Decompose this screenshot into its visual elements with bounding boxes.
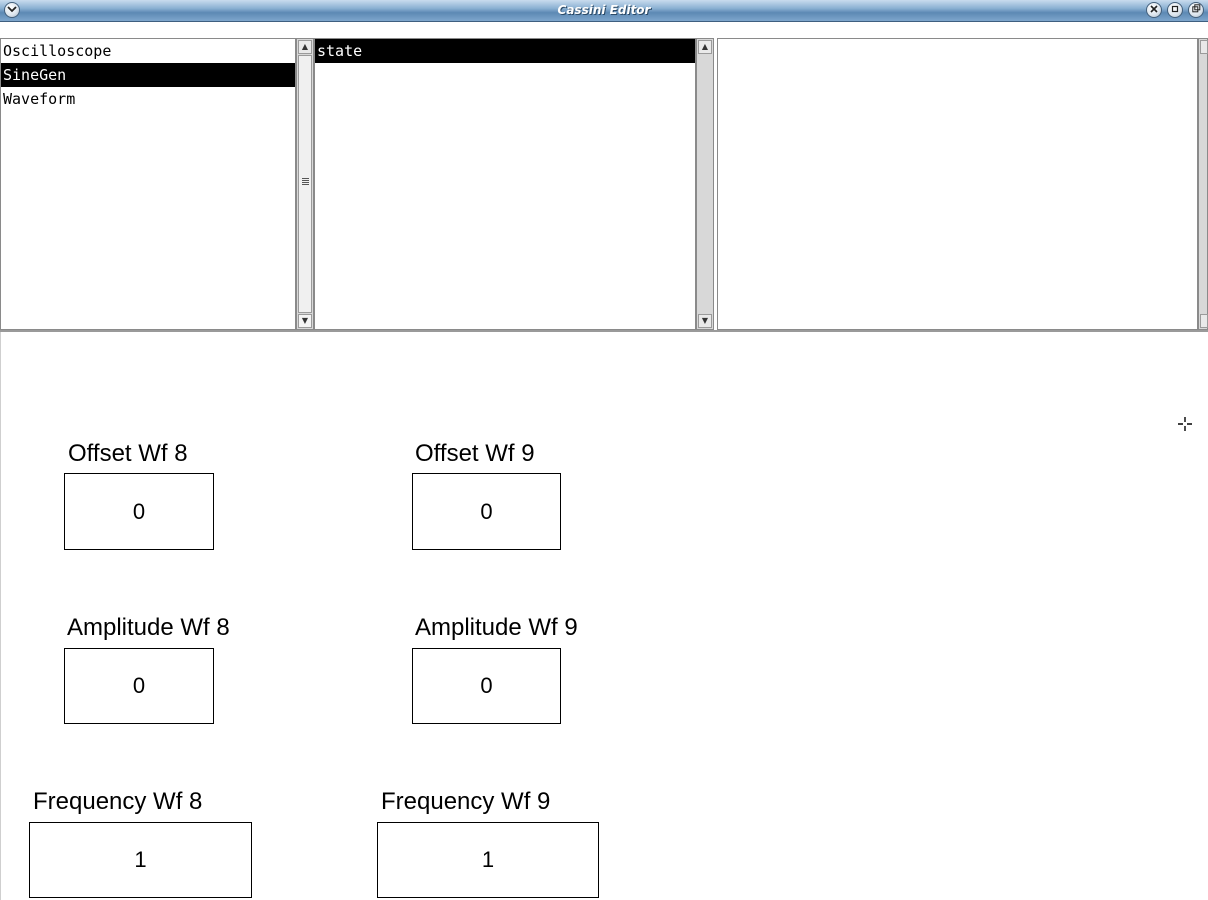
scroll-thumb[interactable]	[298, 55, 312, 313]
cassini-editor-window: Cassini Editor Oscilloscope SineGen Wave…	[0, 0, 1208, 900]
properties-list-pane[interactable]: state	[314, 38, 696, 330]
window-title: Cassini Editor	[557, 3, 651, 17]
maximize-icon	[1191, 4, 1201, 16]
offset-wf8-label: Offset Wf 8	[68, 440, 188, 467]
frequency-wf8-label: Frequency Wf 8	[33, 788, 203, 815]
scroll-down-button[interactable]: ▼	[698, 314, 712, 328]
values-scrollbar[interactable]	[1198, 38, 1208, 330]
minimize-icon	[1171, 5, 1179, 16]
frequency-wf9-label: Frequency Wf 9	[381, 788, 551, 815]
grip-icon	[302, 178, 309, 186]
arrow-up-icon: ▲	[301, 42, 309, 51]
frequency-wf9-field[interactable]: 1	[377, 822, 599, 898]
offset-wf8-field[interactable]: 0	[64, 473, 214, 550]
list-item-sinegen[interactable]: SineGen	[1, 63, 295, 87]
amplitude-wf9-label: Amplitude Wf 9	[415, 614, 578, 641]
scroll-down-button[interactable]	[1200, 314, 1208, 328]
offset-wf9-label: Offset Wf 9	[415, 440, 535, 467]
offset-wf9-field[interactable]: 0	[412, 473, 561, 550]
scroll-up-button[interactable]: ▲	[298, 40, 312, 54]
maximize-button[interactable]	[1188, 2, 1204, 18]
values-pane[interactable]	[717, 38, 1198, 330]
list-item-state[interactable]: state	[315, 39, 695, 63]
amplitude-wf8-field[interactable]: 0	[64, 648, 214, 724]
arrow-up-icon: ▲	[701, 42, 709, 51]
amplitude-wf9-field[interactable]: 0	[412, 648, 561, 724]
pane-divider[interactable]	[0, 330, 1208, 332]
list-item-waveform[interactable]: Waveform	[1, 87, 295, 111]
scroll-up-button[interactable]: ▲	[698, 40, 712, 54]
modules-list-pane[interactable]: Oscilloscope SineGen Waveform	[0, 38, 296, 330]
crosshair-cursor-icon	[1177, 416, 1193, 437]
minimize-button[interactable]	[1167, 2, 1183, 18]
arrow-down-icon: ▼	[701, 316, 709, 325]
list-item-oscilloscope[interactable]: Oscilloscope	[1, 39, 295, 63]
properties-list: state	[315, 39, 695, 63]
left-rule	[0, 332, 1, 900]
amplitude-wf8-label: Amplitude Wf 8	[67, 614, 230, 641]
modules-scrollbar[interactable]: ▲ ▼	[296, 38, 314, 330]
close-button[interactable]	[1146, 2, 1162, 18]
arrow-down-icon: ▼	[301, 316, 309, 325]
properties-scrollbar[interactable]: ▲ ▼	[696, 38, 714, 330]
scroll-down-button[interactable]: ▼	[298, 314, 312, 328]
frequency-wf8-field[interactable]: 1	[29, 822, 252, 898]
title-bar[interactable]: Cassini Editor	[0, 0, 1208, 22]
scroll-up-button[interactable]	[1200, 40, 1208, 54]
close-icon	[1150, 4, 1158, 16]
modules-list: Oscilloscope SineGen Waveform	[1, 39, 295, 111]
